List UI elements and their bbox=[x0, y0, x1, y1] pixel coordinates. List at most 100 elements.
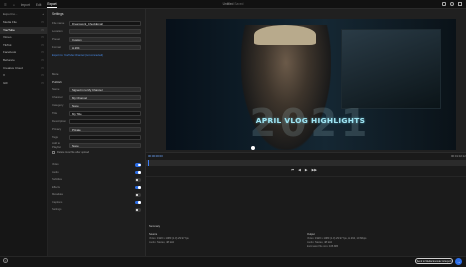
sidebar-title: Export to... bbox=[3, 12, 18, 16]
settings-field[interactable] bbox=[69, 134, 141, 140]
menu-icon[interactable]: ☰ bbox=[4, 3, 7, 7]
sidebar-item-label: Facebook bbox=[3, 50, 17, 55]
toggle-switch-icon[interactable]: ▭ bbox=[41, 42, 44, 50]
toggle-label: Metadata bbox=[52, 193, 63, 197]
sidebar-header: Export to... + bbox=[0, 9, 47, 19]
settings-field[interactable]: None bbox=[69, 102, 141, 108]
settings-field[interactable] bbox=[69, 118, 141, 124]
sidebar-item-label: GIF bbox=[3, 80, 8, 85]
project-title: Untitled bbox=[222, 2, 234, 6]
output-size-line: Estimated file size:106 MB bbox=[307, 245, 338, 248]
summary-area: Summary Source Video:1920 x 1080 (1.0) 2… bbox=[146, 176, 466, 256]
source-audio-line: Audio:Stereo, 48 kHz bbox=[149, 241, 175, 244]
toggle-switch[interactable] bbox=[135, 208, 141, 212]
toggle-switch-icon[interactable]: ▭ bbox=[41, 57, 44, 65]
timeline-track[interactable] bbox=[146, 160, 466, 166]
settings-field[interactable]: H.264 bbox=[69, 44, 141, 50]
settings-field[interactable]: Custom bbox=[69, 36, 141, 42]
current-timecode: 00:00:00:00 bbox=[148, 154, 163, 158]
delete-after-upload-checkbox[interactable]: Delete local file after upload bbox=[48, 149, 145, 156]
top-icons bbox=[442, 2, 462, 6]
toggle-switch-icon[interactable]: ▭ bbox=[41, 34, 44, 42]
sidebar-item[interactable]: YouTube ▭ bbox=[0, 26, 47, 35]
sidebar-item-label: Vimeo bbox=[3, 35, 12, 40]
sidebar-item[interactable]: GIF ▭ bbox=[0, 80, 47, 88]
toggle-label: Subtitles bbox=[52, 178, 62, 182]
playhead[interactable] bbox=[148, 160, 149, 166]
sidebar-item[interactable]: X ▭ bbox=[0, 72, 47, 80]
toggle-switch[interactable] bbox=[135, 178, 141, 182]
toggle-switch[interactable] bbox=[135, 185, 141, 189]
help-button[interactable]: ? bbox=[3, 258, 8, 263]
settings-field[interactable]: Signed in to My Channel bbox=[69, 86, 141, 92]
sidebar-item-label: X bbox=[3, 73, 6, 78]
more-toggle[interactable]: More bbox=[52, 72, 58, 76]
settings-panel: Settings File name Dreamwork_CheckEmail Lo… bbox=[48, 9, 146, 267]
settings-row-label: Privacy bbox=[52, 127, 62, 131]
export-destinations-sidebar: Export to... + Media File ▭ YouTube ▭ Vimeo ▭… bbox=[0, 9, 48, 267]
publish-section-title: Publish bbox=[52, 80, 62, 84]
settings-row: Title My Title bbox=[48, 109, 145, 117]
settings-row: File name Dreamwork_CheckEmail bbox=[48, 19, 145, 27]
toggle-switch-icon[interactable]: ▭ bbox=[41, 80, 44, 88]
add-icon[interactable]: + bbox=[42, 12, 44, 16]
settings-row-label: Title bbox=[52, 111, 58, 115]
settings-row-label: Tags bbox=[52, 135, 58, 139]
toggle-row: Video bbox=[48, 161, 145, 169]
sidebar-item[interactable]: Facebook ▭ bbox=[0, 49, 47, 57]
notification-icon[interactable] bbox=[450, 2, 454, 6]
toggle-switch-icon[interactable]: ▭ bbox=[41, 49, 44, 57]
toggle-label: Video bbox=[52, 163, 59, 167]
source-info: Source Video:1920 x 1080 (1.0) 29.97 fps… bbox=[149, 233, 189, 245]
video-preview[interactable]: 2021 APRIL VLOG HIGHLIGHTS bbox=[166, 19, 456, 150]
toggle-switch[interactable] bbox=[135, 163, 141, 167]
window-title: Untitled Saved bbox=[200, 0, 266, 9]
sidebar-item-label: TikTok bbox=[3, 42, 12, 47]
toggle-row: Captions bbox=[48, 199, 145, 207]
nav-export[interactable]: Export bbox=[47, 2, 57, 8]
toggle-switch-icon[interactable]: ▭ bbox=[41, 19, 44, 27]
settings-row: Add to Playlist None bbox=[48, 141, 145, 149]
settings-row-label: Preset bbox=[52, 37, 61, 41]
settings-row-label: Format bbox=[52, 45, 61, 49]
settings-field[interactable]: My Channel bbox=[69, 94, 141, 100]
checkbox-box[interactable] bbox=[52, 151, 55, 154]
fullscreen-icon[interactable] bbox=[458, 2, 462, 6]
sidebar-item-label: YouTube bbox=[3, 27, 15, 32]
toggle-switch-icon[interactable]: ▭ bbox=[41, 65, 44, 73]
toggle-switch[interactable] bbox=[135, 170, 141, 174]
settings-row: Description bbox=[48, 117, 145, 125]
settings-field[interactable]: Private bbox=[69, 126, 141, 132]
sidebar-item[interactable]: Creative Cloud ▭ bbox=[0, 65, 47, 73]
play-icon[interactable]: ▶ bbox=[305, 168, 308, 172]
settings-field[interactable]: My Title bbox=[69, 110, 141, 116]
sidebar-item[interactable]: Vimeo ▭ bbox=[0, 34, 47, 42]
sidebar-item[interactable]: Behance ▭ bbox=[0, 57, 47, 65]
export-button[interactable]: → bbox=[455, 257, 462, 265]
toggle-row: Effects bbox=[48, 184, 145, 192]
sidebar-item[interactable]: TikTok ▭ bbox=[0, 42, 47, 50]
toggle-switch[interactable] bbox=[135, 200, 141, 204]
settings-field[interactable] bbox=[69, 28, 141, 34]
send-to-media-encoder-button[interactable]: Send to Media Encoder & Export bbox=[415, 258, 453, 264]
home-icon[interactable]: ⌂ bbox=[13, 3, 15, 7]
account-link-row: Export to: YouTube Channel (not connecte… bbox=[48, 51, 145, 59]
step-forward-icon[interactable]: ▶▶ bbox=[312, 168, 317, 172]
settings-row: Category None bbox=[48, 101, 145, 109]
go-to-start-icon[interactable]: ⏮ bbox=[291, 168, 294, 172]
summary-title-block: Summary bbox=[149, 225, 160, 229]
settings-row-label: Category bbox=[52, 103, 64, 107]
toggle-switch-icon[interactable]: ▭ bbox=[41, 72, 44, 80]
step-back-icon[interactable]: ◀ bbox=[298, 168, 301, 172]
sidebar-item[interactable]: Media File ▭ bbox=[0, 19, 47, 27]
nav-edit[interactable]: Edit bbox=[36, 3, 42, 7]
settings-field[interactable]: None bbox=[69, 142, 141, 148]
account-link[interactable]: Export to: YouTube Channel (not connecte… bbox=[52, 54, 103, 57]
settings-row: Tags bbox=[48, 133, 145, 141]
settings-field[interactable]: Dreamwork_CheckEmail bbox=[69, 20, 141, 26]
toggle-switch-icon[interactable]: ▭ bbox=[41, 27, 44, 35]
share-icon[interactable] bbox=[442, 2, 446, 6]
title-headline: APRIL VLOG HIGHLIGHTS bbox=[255, 116, 366, 125]
toggle-switch[interactable] bbox=[135, 193, 141, 197]
nav-import[interactable]: Import bbox=[21, 3, 30, 7]
